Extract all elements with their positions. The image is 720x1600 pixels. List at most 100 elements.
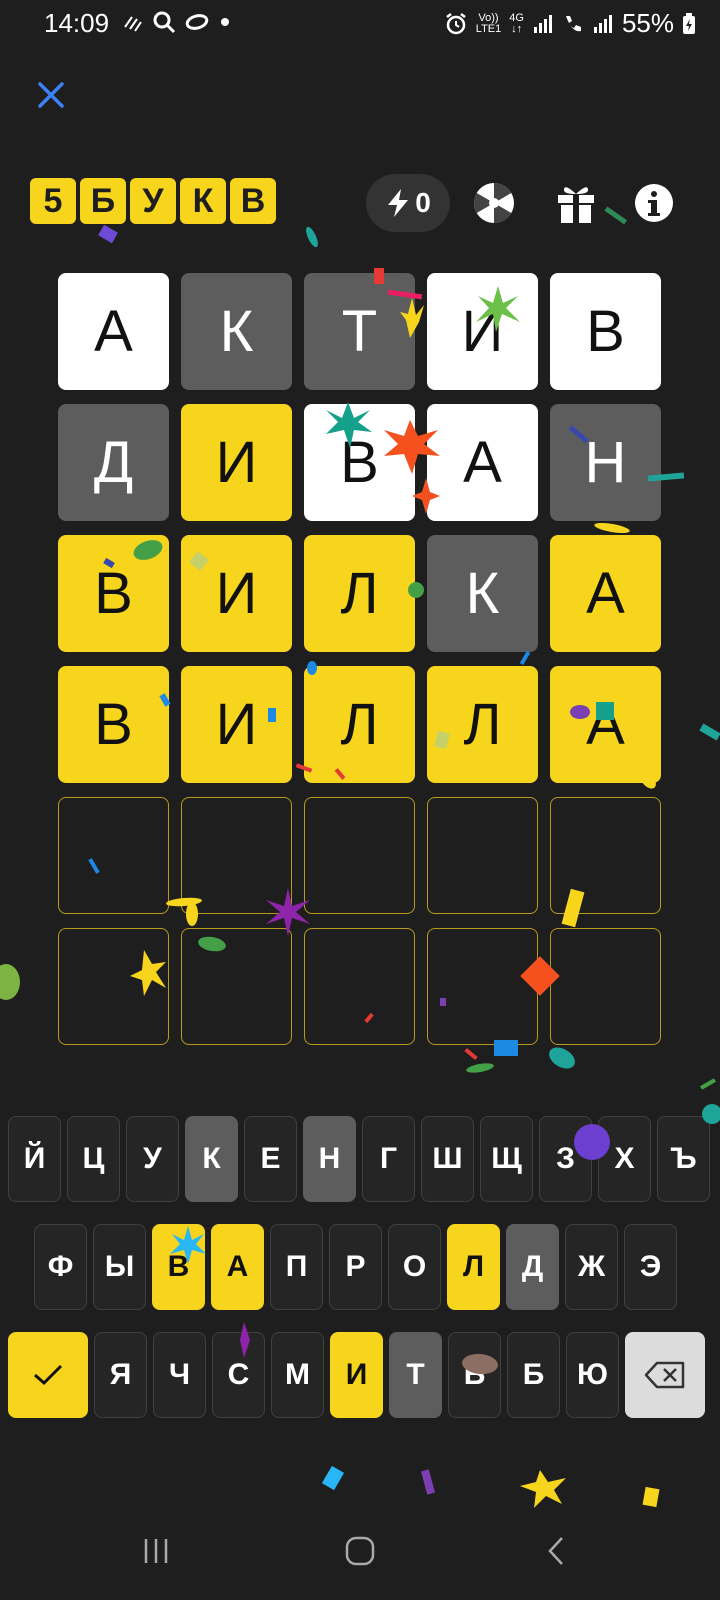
board-row — [58, 797, 661, 914]
board-cell — [58, 797, 169, 914]
board-cell — [550, 928, 661, 1045]
signal-icon — [533, 14, 552, 33]
logo-tile: К — [180, 178, 226, 224]
key[interactable]: Д — [506, 1224, 559, 1310]
recent-apps-button[interactable] — [128, 1527, 184, 1575]
home-button[interactable] — [332, 1527, 388, 1575]
key[interactable]: К — [185, 1116, 238, 1202]
key[interactable]: Щ — [480, 1116, 533, 1202]
gift-icon[interactable] — [554, 181, 598, 225]
board-cell: К — [427, 535, 538, 652]
battery-percent: 55% — [621, 8, 674, 38]
key[interactable]: М — [271, 1332, 324, 1418]
key[interactable]: Р — [329, 1224, 382, 1310]
lightning-icon — [388, 189, 409, 217]
key[interactable]: Й — [8, 1116, 61, 1202]
wheel-icon[interactable] — [472, 181, 516, 225]
key[interactable]: З — [539, 1116, 592, 1202]
key[interactable]: Ы — [93, 1224, 146, 1310]
board-cell: И — [181, 535, 292, 652]
board-row: В И Л Л А — [58, 666, 661, 783]
board-cell: В — [58, 535, 169, 652]
board-cell — [181, 928, 292, 1045]
key[interactable]: Г — [362, 1116, 415, 1202]
key[interactable]: У — [126, 1116, 179, 1202]
key[interactable]: Ь — [448, 1332, 501, 1418]
board-cell: Л — [304, 666, 415, 783]
key[interactable]: И — [330, 1332, 383, 1418]
status-bar: 14:09 Vo)) LTE1 4G ↓↑ 55% — [0, 0, 720, 48]
board-cell — [304, 797, 415, 914]
board-cell: И — [181, 404, 292, 521]
key[interactable]: Ъ — [657, 1116, 710, 1202]
recent-apps-icon — [144, 1539, 168, 1563]
key[interactable]: Б — [507, 1332, 560, 1418]
key[interactable]: П — [270, 1224, 323, 1310]
submit-button[interactable] — [8, 1332, 88, 1418]
search-icon — [153, 11, 176, 34]
board-cell: И — [427, 273, 538, 390]
battery-icon — [683, 12, 695, 34]
back-icon — [548, 1537, 563, 1565]
call-icon — [565, 15, 581, 31]
key[interactable]: В — [152, 1224, 205, 1310]
board-cell: Л — [427, 666, 538, 783]
info-icon[interactable] — [632, 181, 676, 225]
board-cell: Д — [58, 404, 169, 521]
key[interactable]: Ю — [566, 1332, 619, 1418]
board-cell: И — [181, 666, 292, 783]
board-cell: В — [550, 273, 661, 390]
back-button[interactable] — [528, 1527, 584, 1575]
board-cell: Л — [304, 535, 415, 652]
streak-count: 0 — [415, 187, 431, 218]
system-nav-bar — [0, 1505, 720, 1600]
dot-icon — [221, 18, 229, 26]
status-notification-icons — [122, 10, 232, 34]
board-cell: В — [58, 666, 169, 783]
logo-tile: 5 — [30, 178, 76, 224]
signal-icon-2 — [593, 14, 612, 33]
close-icon[interactable] — [34, 78, 68, 112]
logo-tile: В — [230, 178, 276, 224]
key[interactable]: Х — [598, 1116, 651, 1202]
game-logo: 5 Б У К В — [30, 178, 276, 224]
board-cell: А — [550, 535, 661, 652]
key[interactable]: Ф — [34, 1224, 87, 1310]
board-row: А К Т И В — [58, 273, 661, 390]
keyboard-row-1: Й Ц У К Е Н Г Ш Щ З Х Ъ — [8, 1116, 710, 1202]
backspace-button[interactable] — [625, 1332, 705, 1418]
key[interactable]: Ц — [67, 1116, 120, 1202]
board-cell — [181, 797, 292, 914]
board-row: Д И В А Н — [58, 404, 661, 521]
board-cell: А — [58, 273, 169, 390]
key[interactable]: Я — [94, 1332, 147, 1418]
status-right: Vo)) LTE1 4G ↓↑ 55% — [444, 8, 696, 39]
keyboard-row-2: Ф Ы В А П Р О Л Д Ж Э — [34, 1224, 677, 1310]
key[interactable]: О — [388, 1224, 441, 1310]
board-cell: А — [550, 666, 661, 783]
backspace-icon — [644, 1361, 685, 1389]
streak-button[interactable]: 0 — [366, 174, 450, 232]
board-cell: Н — [550, 404, 661, 521]
key[interactable]: С — [212, 1332, 265, 1418]
board-cell — [427, 797, 538, 914]
network-type-indicator: 4G ↓↑ — [509, 11, 524, 35]
key[interactable]: Т — [389, 1332, 442, 1418]
board-cell: К — [181, 273, 292, 390]
board-cell — [58, 928, 169, 1045]
key[interactable]: Ж — [565, 1224, 618, 1310]
key[interactable]: Е — [244, 1116, 297, 1202]
key[interactable]: Л — [447, 1224, 500, 1310]
key[interactable]: Ш — [421, 1116, 474, 1202]
board-cell — [550, 797, 661, 914]
key[interactable]: Э — [624, 1224, 677, 1310]
key[interactable]: Н — [303, 1116, 356, 1202]
logo-tile: У — [130, 178, 176, 224]
board-cell — [304, 928, 415, 1045]
oval-app-icon — [185, 14, 209, 30]
game-board: А К Т И В Д И В А Н В И Л К А В И Л Л А — [58, 273, 661, 1059]
key[interactable]: Ч — [153, 1332, 206, 1418]
logo-tile: Б — [80, 178, 126, 224]
key[interactable]: А — [211, 1224, 264, 1310]
volte-indicator: Vo)) LTE1 — [475, 11, 502, 35]
